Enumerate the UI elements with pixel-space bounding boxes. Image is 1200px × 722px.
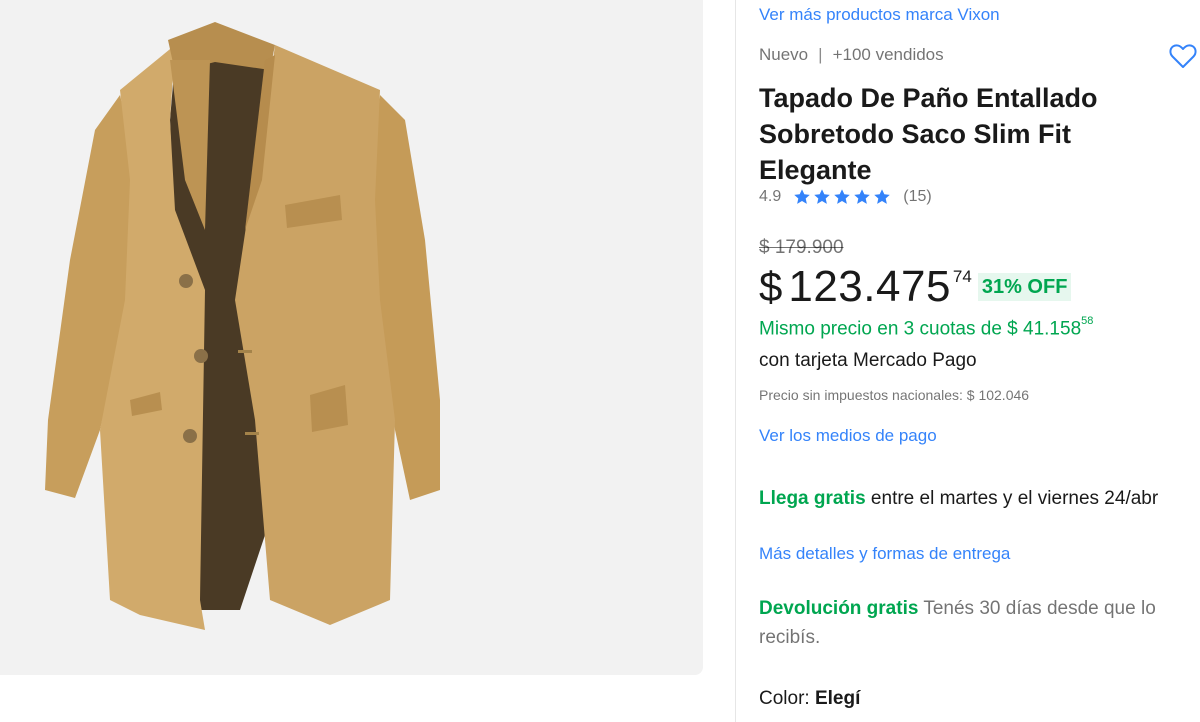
shipping-dates: entre el martes y el viernes 24/abr: [865, 488, 1159, 509]
discount-badge: 31% OFF: [977, 273, 1072, 301]
rating-count: (15): [903, 188, 932, 205]
product-image-gallery[interactable]: [0, 0, 703, 675]
product-image-coat: [45, 22, 440, 630]
free-returns-label: Devolución gratis: [759, 598, 919, 619]
heart-outline-icon[interactable]: [1167, 40, 1199, 72]
star-icon: [854, 189, 870, 204]
star-icon: [834, 189, 850, 204]
rating-score: 4.9: [759, 188, 782, 205]
star-icon: [814, 189, 830, 204]
shipping-info: Llega gratis entre el martes y el vierne…: [759, 484, 1179, 513]
price-cents: 74: [952, 267, 972, 286]
condition-label: Nuevo: [759, 45, 809, 64]
installments-card-note: con tarjeta Mercado Pago: [759, 350, 977, 371]
color-value: Elegí: [814, 688, 861, 709]
payment-methods-link[interactable]: Ver los medios de pago: [759, 426, 937, 446]
original-price: $ 179.900: [759, 237, 844, 258]
product-rating[interactable]: 4.9 (15): [759, 188, 932, 206]
rating-stars: [793, 188, 891, 206]
star-icon: [794, 189, 810, 204]
returns-info: Devolución gratis Tenés 30 días desde qu…: [759, 594, 1189, 652]
column-divider: [735, 0, 736, 722]
price-currency-symbol: $: [759, 263, 783, 310]
free-shipping-label: Llega gratis: [759, 488, 866, 509]
delivery-details-link[interactable]: Más detalles y formas de entrega: [759, 544, 1010, 564]
installments-cents: 58: [1081, 315, 1094, 327]
star-icon: [874, 189, 890, 204]
installments-offer: Mismo precio en 3 cuotas de $ 41.15858: [759, 315, 1094, 340]
color-selector[interactable]: Color: Elegí: [759, 688, 860, 710]
current-price: $ 123.475 74 31% OFF: [759, 258, 1072, 316]
meta-separator: |: [818, 45, 823, 64]
color-label: Color:: [759, 688, 815, 709]
installments-text: Mismo precio en 3 cuotas de $ 41.158: [759, 318, 1082, 340]
tax-note: Precio sin impuestos nacionales: $ 102.0…: [759, 387, 1030, 403]
price-amount: 123.475: [788, 262, 951, 311]
brand-products-link[interactable]: Ver más productos marca Vixon: [759, 5, 1000, 25]
product-title: Tapado De Paño Entallado Sobretodo Saco …: [759, 83, 1098, 185]
product-meta: Nuevo | +100 vendidos: [759, 45, 944, 65]
sold-count: +100 vendidos: [832, 45, 944, 64]
